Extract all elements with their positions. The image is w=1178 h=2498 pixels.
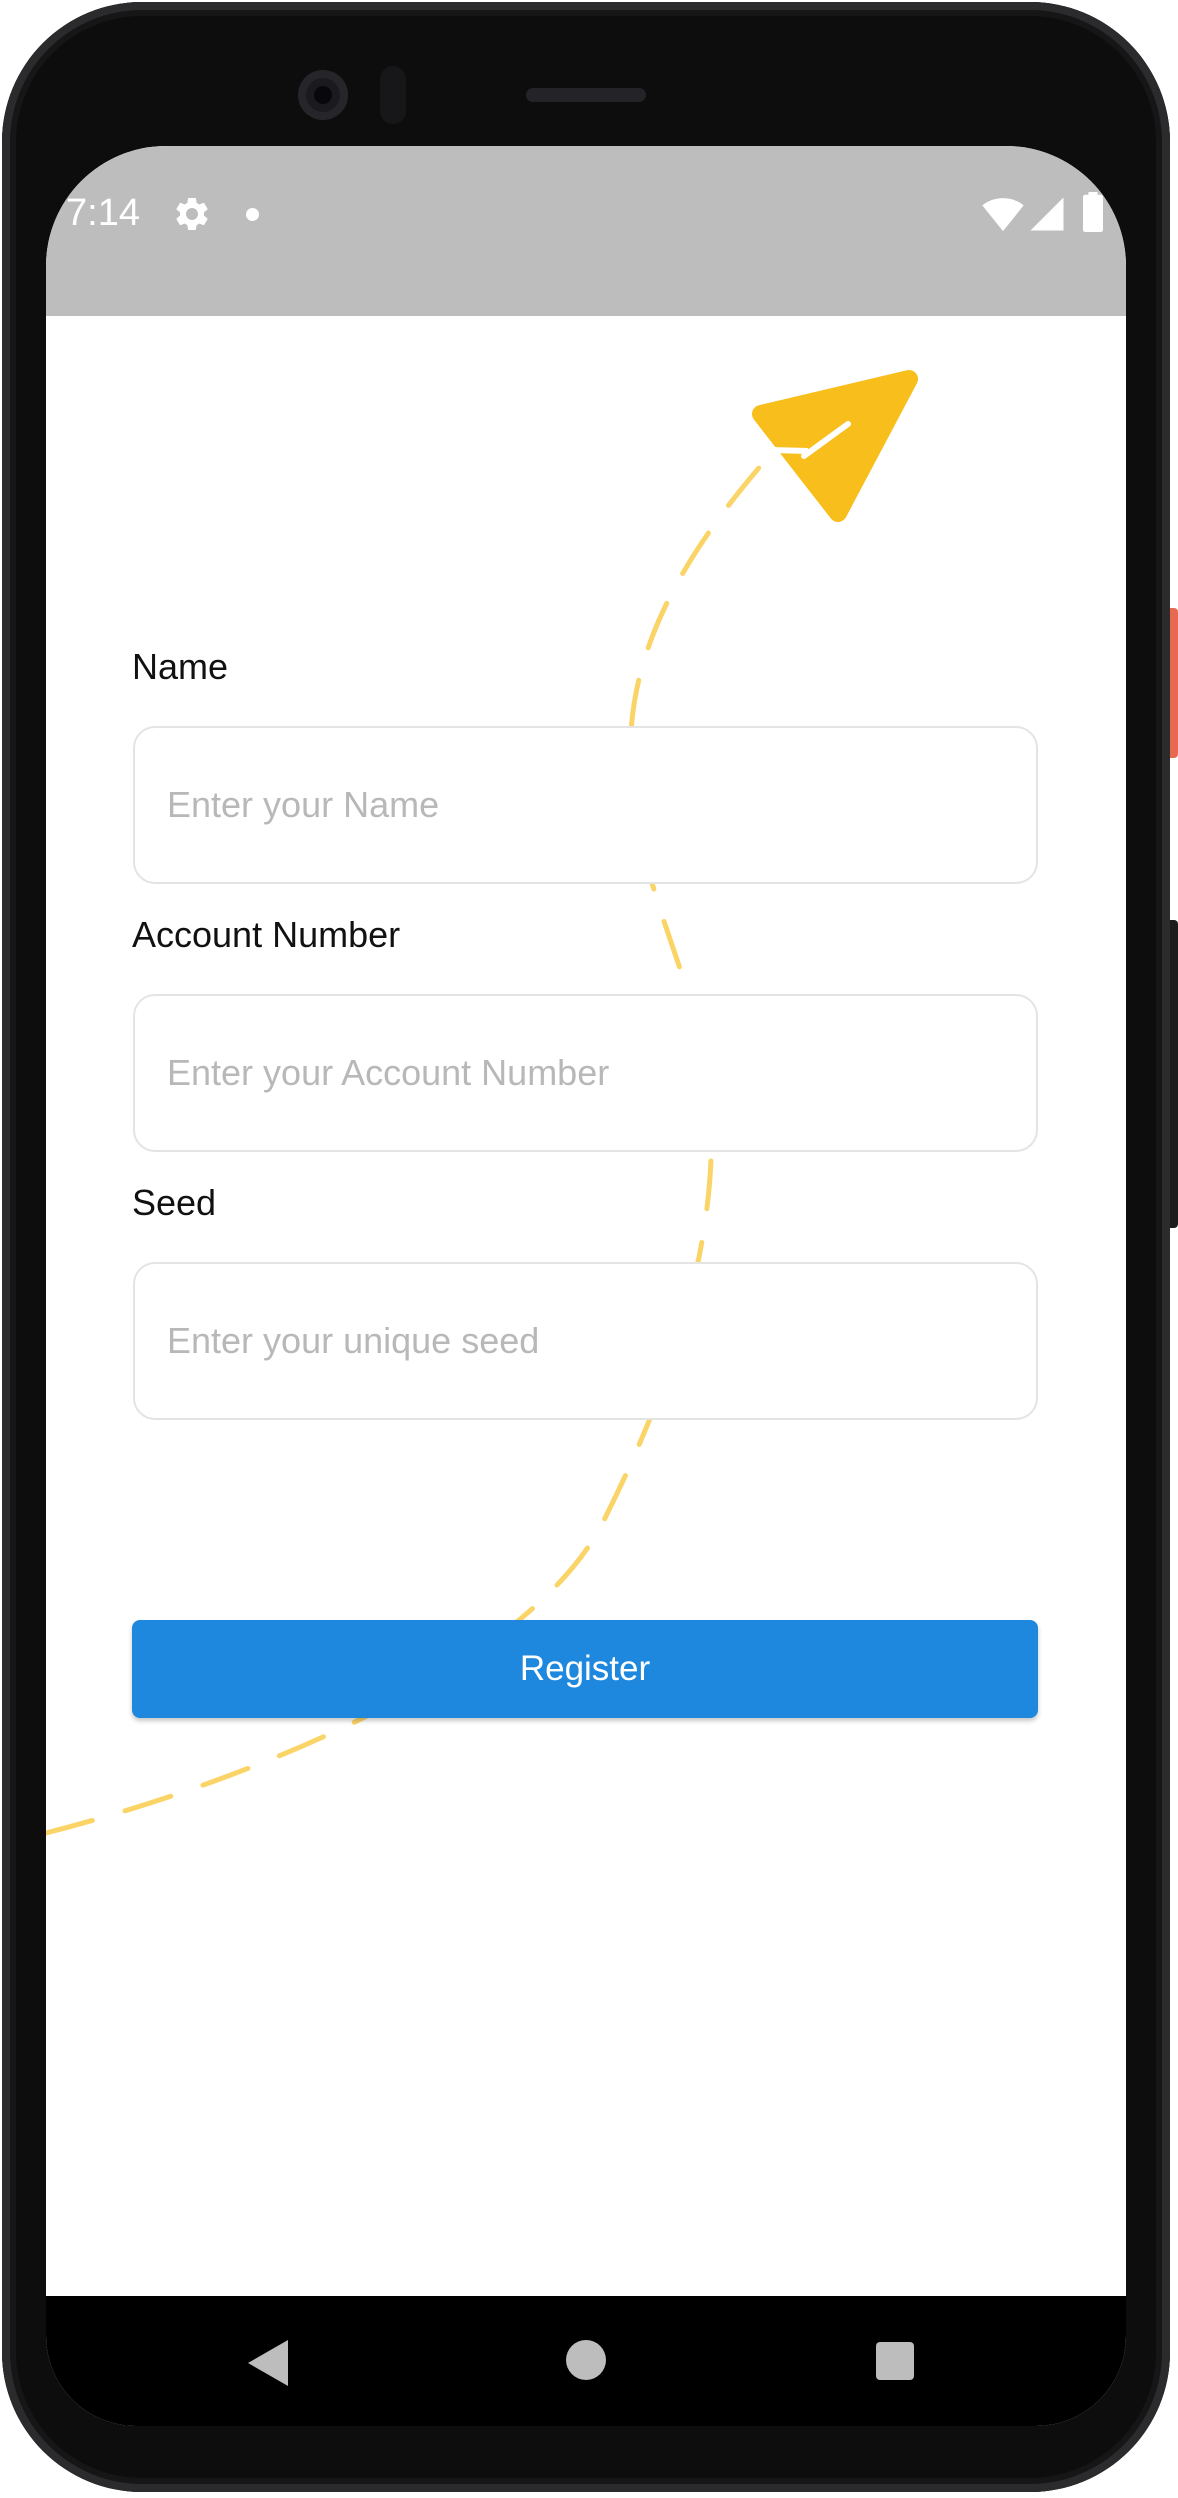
register-button[interactable]: Register [132, 1620, 1038, 1718]
seed-label: Seed [132, 1182, 217, 1223]
proximity-sensor [380, 66, 406, 124]
recents-icon[interactable] [876, 2342, 914, 2380]
front-camera [298, 70, 348, 120]
account-number-label: Account Number [132, 914, 401, 955]
earpiece-speaker [526, 88, 646, 102]
name-input[interactable] [133, 726, 1038, 884]
paper-plane-icon [46, 370, 918, 522]
navigation-bar [46, 2296, 1126, 2426]
home-icon[interactable] [566, 2340, 606, 2380]
name-label: Name [132, 646, 229, 687]
seed-input[interactable] [133, 1262, 1038, 1420]
account-number-input[interactable] [133, 994, 1038, 1152]
back-icon[interactable] [248, 2340, 288, 2386]
device-mockup: 7:14 Name Enter your Name Account Number… [0, 0, 1178, 2498]
app-screen: 7:14 Name Enter your Name Account Number… [46, 146, 1126, 2426]
